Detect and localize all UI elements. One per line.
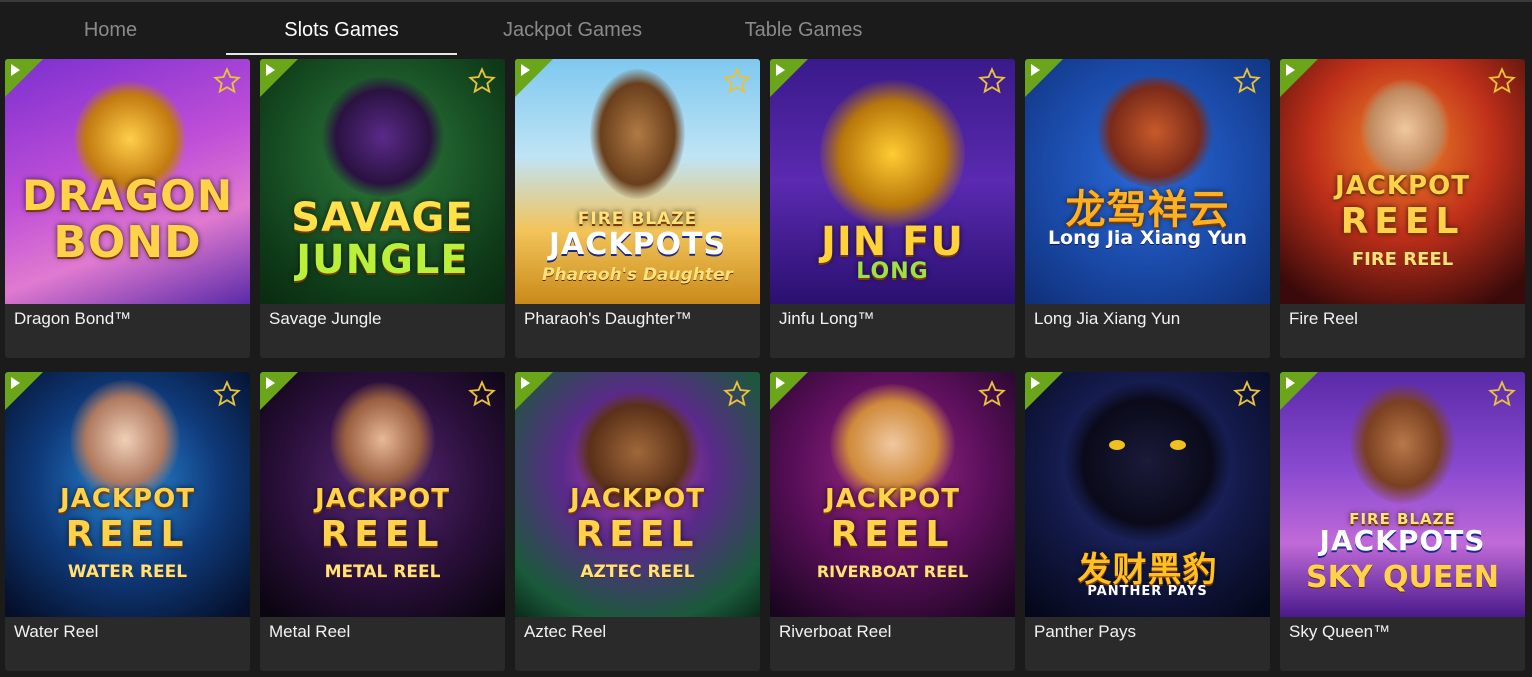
game-card[interactable]: SAVAGE JUNGLE Savage Jungle [260,59,505,358]
game-card[interactable]: JACKPOT REEL RIVERBOAT REEL Riverboat Re… [770,372,1015,671]
play-icon [11,64,20,76]
tab-jackpot-games[interactable]: Jackpot Games [457,4,688,56]
game-art-title: SAVAGE [291,195,474,241]
game-art-title-2: JUNGLE [296,237,469,283]
game-art-title: JACKPOT [60,484,195,514]
game-art-title-2: REEL [65,514,190,555]
play-icon [266,377,275,389]
game-art-title: JACKPOT [570,484,705,514]
game-art-subtitle: FIRE REEL [1351,249,1454,270]
play-icon [776,377,785,389]
play-icon [1031,64,1040,76]
game-name: Sky Queen™ [1289,622,1391,641]
game-art-title: FIRE BLAZE [577,209,698,229]
game-art-subtitle: METAL REEL [324,562,441,582]
game-thumbnail[interactable]: JIN FU LONG [770,59,1015,304]
star-icon[interactable] [1233,380,1261,408]
play-icon [266,64,275,76]
star-icon[interactable] [1488,67,1516,95]
game-name: Aztec Reel [524,622,607,641]
star-icon[interactable] [1488,380,1516,408]
game-art-title-2: REEL [575,514,700,555]
star-icon[interactable] [723,67,751,95]
game-thumbnail[interactable]: DRAGON BOND [5,59,250,304]
game-art-title-2: REEL [1340,201,1465,242]
game-art-title-2: LONG [856,259,929,284]
game-card[interactable]: JIN FU LONG Jinfu Long™ [770,59,1015,358]
play-icon [776,64,785,76]
play-icon [521,377,530,389]
game-thumbnail[interactable]: JACKPOT REEL FIRE REEL [1280,59,1525,304]
star-icon[interactable] [723,380,751,408]
game-art-title: JACKPOT [1335,171,1470,201]
game-name: Riverboat Reel [779,622,892,641]
game-thumbnail[interactable]: SAVAGE JUNGLE [260,59,505,304]
game-art-title: DRAGON [21,171,234,220]
game-card[interactable]: JACKPOT REEL AZTEC REEL Aztec Reel [515,372,760,671]
play-icon [1031,377,1040,389]
game-name: Long Jia Xiang Yun [1034,309,1181,328]
category-tabs: Home Slots Games Jackpot Games Table Gam… [0,0,1532,58]
active-tab-indicator [226,53,457,55]
game-thumbnail[interactable]: FIRE BLAZE JACKPOTS Pharaoh's Daughter [515,59,760,304]
game-art-title-2: JACKPOTS [548,227,727,262]
game-art-title-2: REEL [830,514,955,555]
game-art-title-2: PANTHER PAYS [1087,584,1208,599]
game-name: Jinfu Long™ [779,309,875,328]
play-icon [1286,64,1295,76]
game-card[interactable]: 发财黑豹 PANTHER PAYS Panther Pays [1025,372,1270,671]
game-name: Pharaoh's Daughter™ [524,309,692,328]
game-thumbnail[interactable]: FIRE BLAZE JACKPOTS SKY QUEEN [1280,372,1525,617]
game-art-title-2: BOND [53,217,202,268]
game-name: Dragon Bond™ [14,309,132,328]
game-art-title: JACKPOT [315,484,450,514]
tab-table-games[interactable]: Table Games [688,4,919,56]
star-icon[interactable] [468,67,496,95]
star-icon[interactable] [1233,67,1261,95]
star-icon[interactable] [978,67,1006,95]
star-icon[interactable] [468,380,496,408]
play-icon [521,64,530,76]
star-icon[interactable] [213,67,241,95]
game-name: Savage Jungle [269,309,382,328]
game-thumbnail[interactable]: JACKPOT REEL METAL REEL [260,372,505,617]
game-name: Panther Pays [1034,622,1137,641]
game-card[interactable]: DRAGON BOND Dragon Bond™ [5,59,250,358]
games-grid: DRAGON BOND Dragon Bond™ SAVAGE JUNGLE S… [5,59,1527,671]
game-art-subtitle: Pharaoh's Daughter [542,265,733,285]
game-thumbnail[interactable]: 发财黑豹 PANTHER PAYS [1025,372,1270,617]
star-icon[interactable] [978,380,1006,408]
game-art-title-2: Long Jia Xiang Yun [1047,227,1248,249]
game-thumbnail[interactable]: JACKPOT REEL RIVERBOAT REEL [770,372,1015,617]
game-card[interactable]: JACKPOT REEL WATER REEL Water Reel [5,372,250,671]
game-card[interactable]: 龙驾祥云 Long Jia Xiang Yun Long Jia Xiang Y… [1025,59,1270,358]
game-thumbnail[interactable]: JACKPOT REEL WATER REEL [5,372,250,617]
game-art-subtitle: WATER REEL [67,562,188,582]
game-art-subtitle: SKY QUEEN [1306,560,1499,595]
game-art-title: JACKPOT [825,484,960,514]
game-card[interactable]: FIRE BLAZE JACKPOTS SKY QUEEN Sky Queen™ [1280,372,1525,671]
tab-home[interactable]: Home [0,4,221,56]
game-art-title-2: JACKPOTS [1319,524,1486,557]
game-name: Fire Reel [1289,309,1358,328]
tab-slots-games[interactable]: Slots Games [226,4,457,56]
game-name: Metal Reel [269,622,351,641]
game-card[interactable]: JACKPOT REEL FIRE REEL Fire Reel [1280,59,1525,358]
game-art-subtitle: AZTEC REEL [580,562,695,582]
play-icon [1286,377,1295,389]
game-art-subtitle: RIVERBOAT REEL [816,562,969,581]
game-art-title-2: REEL [320,514,445,555]
game-thumbnail[interactable]: 龙驾祥云 Long Jia Xiang Yun [1025,59,1270,304]
game-name: Water Reel [14,622,99,641]
star-icon[interactable] [213,380,241,408]
game-card[interactable]: JACKPOT REEL METAL REEL Metal Reel [260,372,505,671]
play-icon [11,377,20,389]
game-thumbnail[interactable]: JACKPOT REEL AZTEC REEL [515,372,760,617]
game-card[interactable]: FIRE BLAZE JACKPOTS Pharaoh's Daughter P… [515,59,760,358]
